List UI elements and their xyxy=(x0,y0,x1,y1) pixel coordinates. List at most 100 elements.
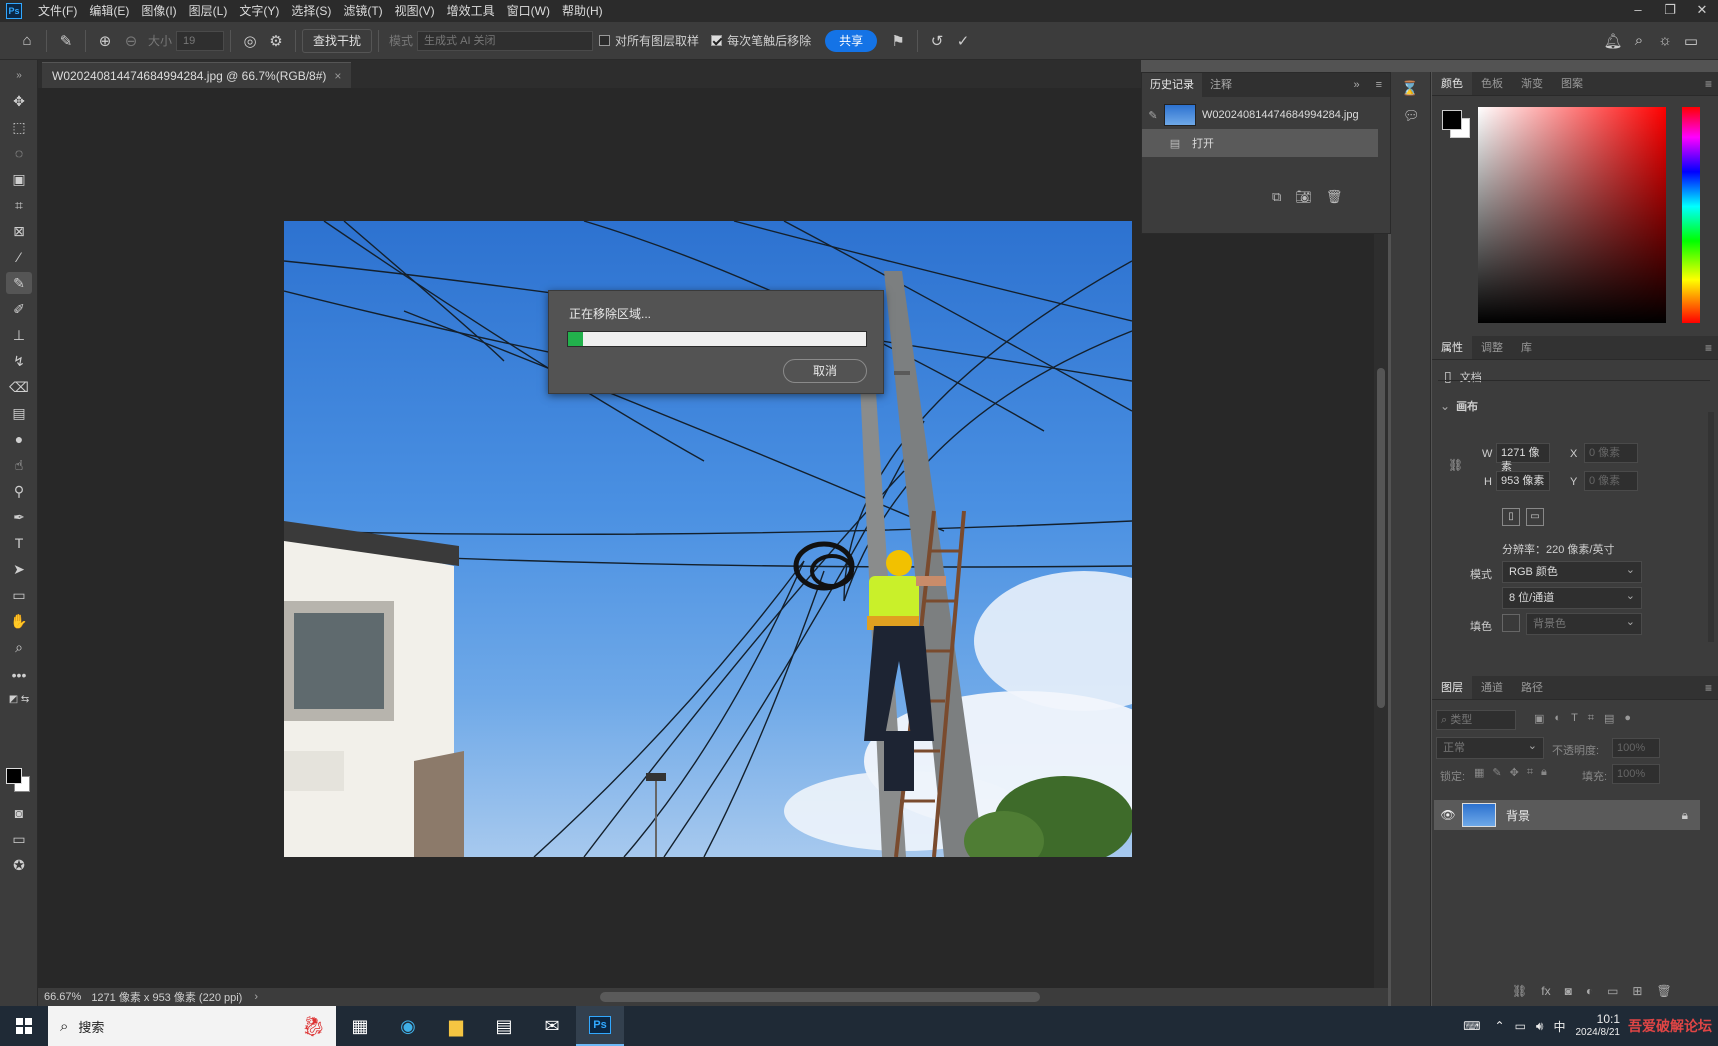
adjustment-layer-filter-icon[interactable]: ◐ xyxy=(1554,712,1561,725)
foreground-color-chip[interactable] xyxy=(1442,110,1462,130)
edit-toolbar-icon[interactable]: ✪ xyxy=(6,854,32,876)
share-button[interactable]: 共享 xyxy=(825,29,878,52)
menu-type[interactable]: 文字(Y) xyxy=(233,0,285,22)
visibility-eye-icon[interactable]: 👁︎ xyxy=(1434,808,1462,822)
search-icon[interactable]: ⌕ xyxy=(1626,28,1652,54)
add-to-brush-icon[interactable]: ⊕ xyxy=(92,28,118,54)
scrollbar-thumb[interactable] xyxy=(1377,368,1385,708)
input-method-indicator[interactable]: 中 xyxy=(1553,1018,1565,1035)
menu-select[interactable]: 选择(S) xyxy=(285,0,337,22)
clock[interactable]: 10:1 2024/8/21 xyxy=(1576,1012,1621,1040)
screen-mode-icon[interactable]: ▭ xyxy=(6,828,32,850)
commit-check-icon[interactable]: ✓ xyxy=(950,28,976,54)
tab-gradients[interactable]: 渐变 xyxy=(1512,72,1552,95)
height-input[interactable]: 953 像素 xyxy=(1496,471,1550,491)
trash-icon[interactable]: 🗑︎ xyxy=(1326,189,1343,205)
menu-help[interactable]: 帮助(H) xyxy=(556,0,609,22)
layer-row[interactable]: 👁︎ 背景 🔒︎ xyxy=(1434,800,1700,830)
object-selection-tool-icon[interactable]: ▣ xyxy=(6,168,32,190)
rectangle-tool-icon[interactable]: ▭ xyxy=(6,584,32,606)
menu-plugins[interactable]: 增效工具 xyxy=(441,0,501,22)
microsoft-store-icon[interactable]: ▤ xyxy=(480,1006,528,1046)
keyboard-icon[interactable]: ⌨ xyxy=(1463,1019,1480,1033)
gradient-tool-icon[interactable]: ▤ xyxy=(6,402,32,424)
network-icon[interactable]: ▭ xyxy=(1515,1019,1526,1033)
sample-all-layers-checkbox[interactable]: 对所有图层取样 xyxy=(599,32,699,49)
landscape-orientation-icon[interactable]: ▭ xyxy=(1526,508,1544,526)
x-input[interactable]: 0 像素 xyxy=(1584,443,1638,463)
history-brush-source-icon[interactable]: ✎ xyxy=(1142,109,1164,122)
crop-tool-icon[interactable]: ⌗ xyxy=(6,194,32,216)
windows-start-icon[interactable] xyxy=(0,1006,48,1046)
frame-tool-icon[interactable]: ⊠ xyxy=(6,220,32,242)
lock-all-icon[interactable]: 🔒︎ xyxy=(1541,766,1547,779)
checkbox-unchecked-icon[interactable] xyxy=(599,35,611,46)
restore-icon[interactable]: ❐ xyxy=(1654,0,1686,22)
file-explorer-icon[interactable]: ▆ xyxy=(432,1006,480,1046)
menu-layer[interactable]: 图层(L) xyxy=(183,0,234,22)
home-icon[interactable]: ⌂ xyxy=(14,28,40,54)
smart-object-filter-icon[interactable]: ▤ xyxy=(1604,712,1614,725)
clone-stamp-tool-icon[interactable]: ⊥ xyxy=(6,324,32,346)
minimize-icon[interactable]: – xyxy=(1622,0,1654,22)
close-window-icon[interactable]: ✕ xyxy=(1686,0,1718,22)
move-tool-icon[interactable]: ✥ xyxy=(6,90,32,112)
new-layer-icon[interactable]: ⊞ xyxy=(1632,984,1642,998)
type-tool-icon[interactable]: T xyxy=(6,532,32,554)
tab-properties[interactable]: 属性 xyxy=(1432,336,1472,359)
tab-swatches[interactable]: 色板 xyxy=(1472,72,1512,95)
comments-panel-icon[interactable]: 💬︎ xyxy=(1403,108,1420,124)
photoshop-taskbar-icon[interactable]: Ps xyxy=(576,1006,624,1046)
settings-gear-icon[interactable]: ⚙ xyxy=(263,28,289,54)
tab-notes[interactable]: 注释 xyxy=(1202,73,1240,97)
tab-channels[interactable]: 通道 xyxy=(1472,676,1512,699)
tab-patterns[interactable]: 图案 xyxy=(1552,72,1592,95)
menu-view[interactable]: 视图(V) xyxy=(389,0,441,22)
y-input[interactable]: 0 像素 xyxy=(1584,471,1638,491)
link-dimensions-icon[interactable]: ⛓ xyxy=(1448,458,1463,472)
menu-window[interactable]: 窗口(W) xyxy=(501,0,556,22)
new-document-from-state-icon[interactable]: ⧉ xyxy=(1272,189,1281,205)
pixel-layer-filter-icon[interactable]: ▣ xyxy=(1534,712,1544,725)
layer-style-fx-icon[interactable]: fx xyxy=(1541,984,1550,998)
lock-artboard-icon[interactable]: ⌗ xyxy=(1527,766,1533,779)
panel-expand-icon[interactable]: » xyxy=(1345,73,1367,97)
new-group-folder-icon[interactable]: ▭ xyxy=(1607,984,1618,998)
layer-name[interactable]: 背景 xyxy=(1506,807,1530,824)
bit-depth-select[interactable]: 8 位/通道 xyxy=(1502,587,1642,609)
notifications-bell-icon[interactable]: 🔔︎ xyxy=(1600,28,1626,54)
path-selection-tool-icon[interactable]: ➤ xyxy=(6,558,32,580)
add-mask-icon[interactable]: ◙ xyxy=(1565,984,1572,998)
link-layers-icon[interactable]: ⛓ xyxy=(1512,984,1527,998)
blur-tool-icon[interactable]: ● xyxy=(6,428,32,450)
color-picker-field[interactable] xyxy=(1478,107,1666,323)
dragon-doodle-icon[interactable]: 🐉︎ xyxy=(301,1014,326,1039)
tab-paths[interactable]: 路径 xyxy=(1512,676,1552,699)
collapse-toolbar-icon[interactable]: » xyxy=(6,64,32,86)
color-mode-select[interactable]: RGB 颜色 xyxy=(1502,561,1642,583)
marquee-tool-icon[interactable]: ⬚ xyxy=(6,116,32,138)
menu-edit[interactable]: 编辑(E) xyxy=(83,0,135,22)
close-tab-icon[interactable]: × xyxy=(334,69,341,83)
quick-mask-icon[interactable]: ◙ xyxy=(6,802,32,824)
lock-position-icon[interactable]: ✥ xyxy=(1510,766,1519,779)
panel-menu-icon[interactable]: ≡ xyxy=(1705,341,1712,355)
tab-color[interactable]: 颜色 xyxy=(1432,72,1472,95)
camera-snapshot-icon[interactable]: 📷︎ xyxy=(1295,189,1312,205)
lasso-tool-icon[interactable]: ◌ xyxy=(6,142,32,164)
fill-select[interactable]: 背景色 xyxy=(1526,613,1642,635)
horizontal-scrollbar[interactable] xyxy=(600,992,1040,1002)
remove-after-stroke-checkbox[interactable]: 每次笔触后移除 xyxy=(711,32,811,49)
edge-browser-icon[interactable]: ◉ xyxy=(384,1006,432,1046)
tab-layers[interactable]: 图层 xyxy=(1432,676,1472,699)
canvas-section-header[interactable]: ⌄ 画布 xyxy=(1440,398,1478,414)
undo-icon[interactable]: ↺ xyxy=(924,28,950,54)
opacity-input[interactable]: 100% xyxy=(1612,738,1660,758)
workspace-icon[interactable]: ▭ xyxy=(1678,28,1704,54)
portrait-orientation-icon[interactable]: ▯ xyxy=(1502,508,1520,526)
panel-menu-icon[interactable]: ≡ xyxy=(1368,73,1390,97)
tray-chevron-up-icon[interactable]: ⌃ xyxy=(1495,1019,1505,1033)
brush-tool-icon[interactable]: ✐ xyxy=(6,298,32,320)
history-brush-tool-icon[interactable]: ↯ xyxy=(6,350,32,372)
mail-icon[interactable]: ✉ xyxy=(528,1006,576,1046)
